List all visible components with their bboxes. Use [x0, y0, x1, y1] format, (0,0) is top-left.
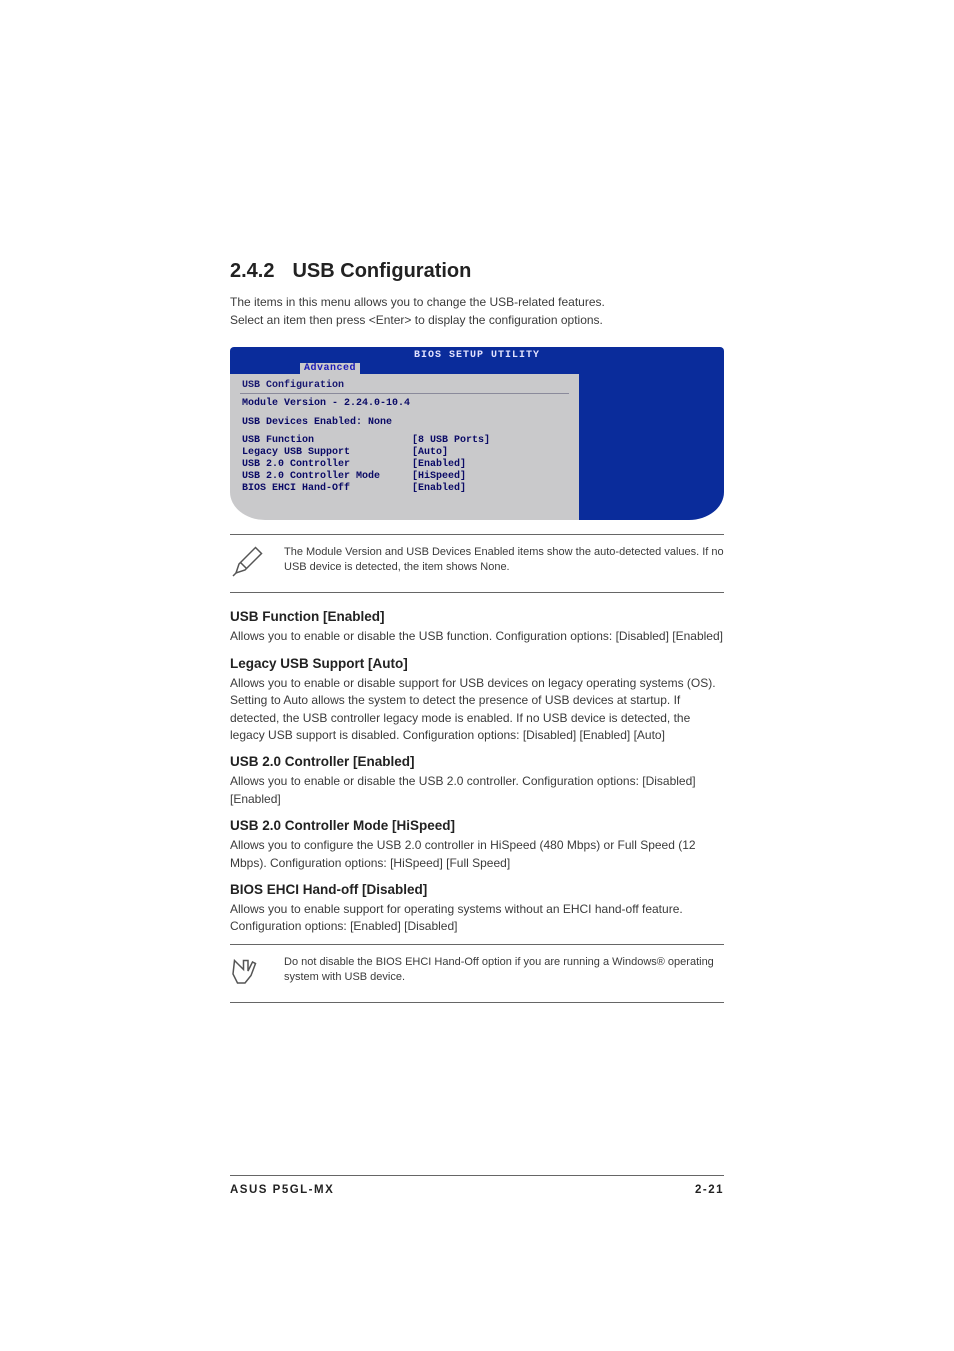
section-heading: 2.4.2 USB Configuration: [230, 260, 724, 283]
bios-screenshot: BIOS SETUP UTILITY Advanced USB Configur…: [230, 347, 724, 520]
bios-row-label: USB 2.0 Controller: [242, 459, 412, 471]
footer-right: 2-21: [695, 1184, 724, 1196]
item-body-usb20mode: Allows you to configure the USB 2.0 cont…: [230, 837, 724, 872]
bios-row-value: [8 USB Ports]: [412, 435, 490, 447]
intro-text: The items in this menu allows you to cha…: [230, 293, 724, 329]
item-heading-usb20mode: USB 2.0 Controller Mode [HiSpeed]: [230, 818, 724, 833]
bios-row-value: [Auto]: [412, 447, 448, 459]
bios-row-label: USB Function: [242, 435, 412, 447]
note-pencil-icon: [230, 543, 266, 584]
bios-panel-heading: USB Configuration: [240, 378, 569, 394]
section-title: USB Configuration: [292, 260, 471, 282]
bios-row-value: [Enabled]: [412, 483, 466, 495]
bios-row-value: [Enabled]: [412, 459, 466, 471]
bios-row: USB 2.0 Controller Mode [HiSpeed]: [240, 471, 569, 483]
bios-row-value: [HiSpeed]: [412, 471, 466, 483]
intro-line2: Select an item then press <Enter> to dis…: [230, 313, 603, 327]
caution-hand-icon: [230, 953, 266, 994]
bios-left-panel: USB Configuration Module Version - 2.24.…: [230, 374, 579, 520]
item-heading-legacy: Legacy USB Support [Auto]: [230, 656, 724, 671]
bios-body: USB Configuration Module Version - 2.24.…: [230, 374, 724, 520]
footer-left: ASUS P5GL-MX: [230, 1184, 334, 1196]
caution-block: Do not disable the BIOS EHCI Hand-Off op…: [230, 944, 724, 1003]
bios-module-line: Module Version - 2.24.0-10.4: [240, 397, 569, 410]
bios-devices-line: USB Devices Enabled: None: [240, 416, 569, 429]
page-footer: ASUS P5GL-MX 2-21: [230, 1175, 724, 1196]
bios-row: USB Function [8 USB Ports]: [240, 435, 569, 447]
note-text: The Module Version and USB Devices Enabl…: [284, 543, 724, 576]
bios-row-label: USB 2.0 Controller Mode: [242, 471, 412, 483]
caution-text: Do not disable the BIOS EHCI Hand-Off op…: [284, 953, 724, 986]
page: 2.4.2 USB Configuration The items in this…: [0, 0, 954, 1351]
item-body-ehci: Allows you to enable support for operati…: [230, 901, 724, 936]
item-body-legacy: Allows you to enable or disable support …: [230, 675, 724, 745]
item-body-usb20: Allows you to enable or disable the USB …: [230, 773, 724, 808]
bios-row: BIOS EHCI Hand-Off [Enabled]: [240, 483, 569, 495]
item-heading-usb20: USB 2.0 Controller [Enabled]: [230, 754, 724, 769]
bios-title-bar: BIOS SETUP UTILITY: [230, 347, 724, 362]
bios-row-label: Legacy USB Support: [242, 447, 412, 459]
bios-row: Legacy USB Support [Auto]: [240, 447, 569, 459]
section-number: 2.4.2: [230, 260, 274, 282]
bios-row: USB 2.0 Controller [Enabled]: [240, 459, 569, 471]
bios-right-panel: [579, 374, 724, 520]
item-body-usb-function: Allows you to enable or disable the USB …: [230, 628, 724, 645]
bios-tab-advanced: Advanced: [300, 363, 360, 374]
item-heading-ehci: BIOS EHCI Hand-off [Disabled]: [230, 882, 724, 897]
intro-line1: The items in this menu allows you to cha…: [230, 295, 605, 309]
bios-row-label: BIOS EHCI Hand-Off: [242, 483, 412, 495]
note-block: The Module Version and USB Devices Enabl…: [230, 534, 724, 593]
item-heading-usb-function: USB Function [Enabled]: [230, 609, 724, 624]
bios-tab-row: Advanced: [230, 362, 724, 374]
